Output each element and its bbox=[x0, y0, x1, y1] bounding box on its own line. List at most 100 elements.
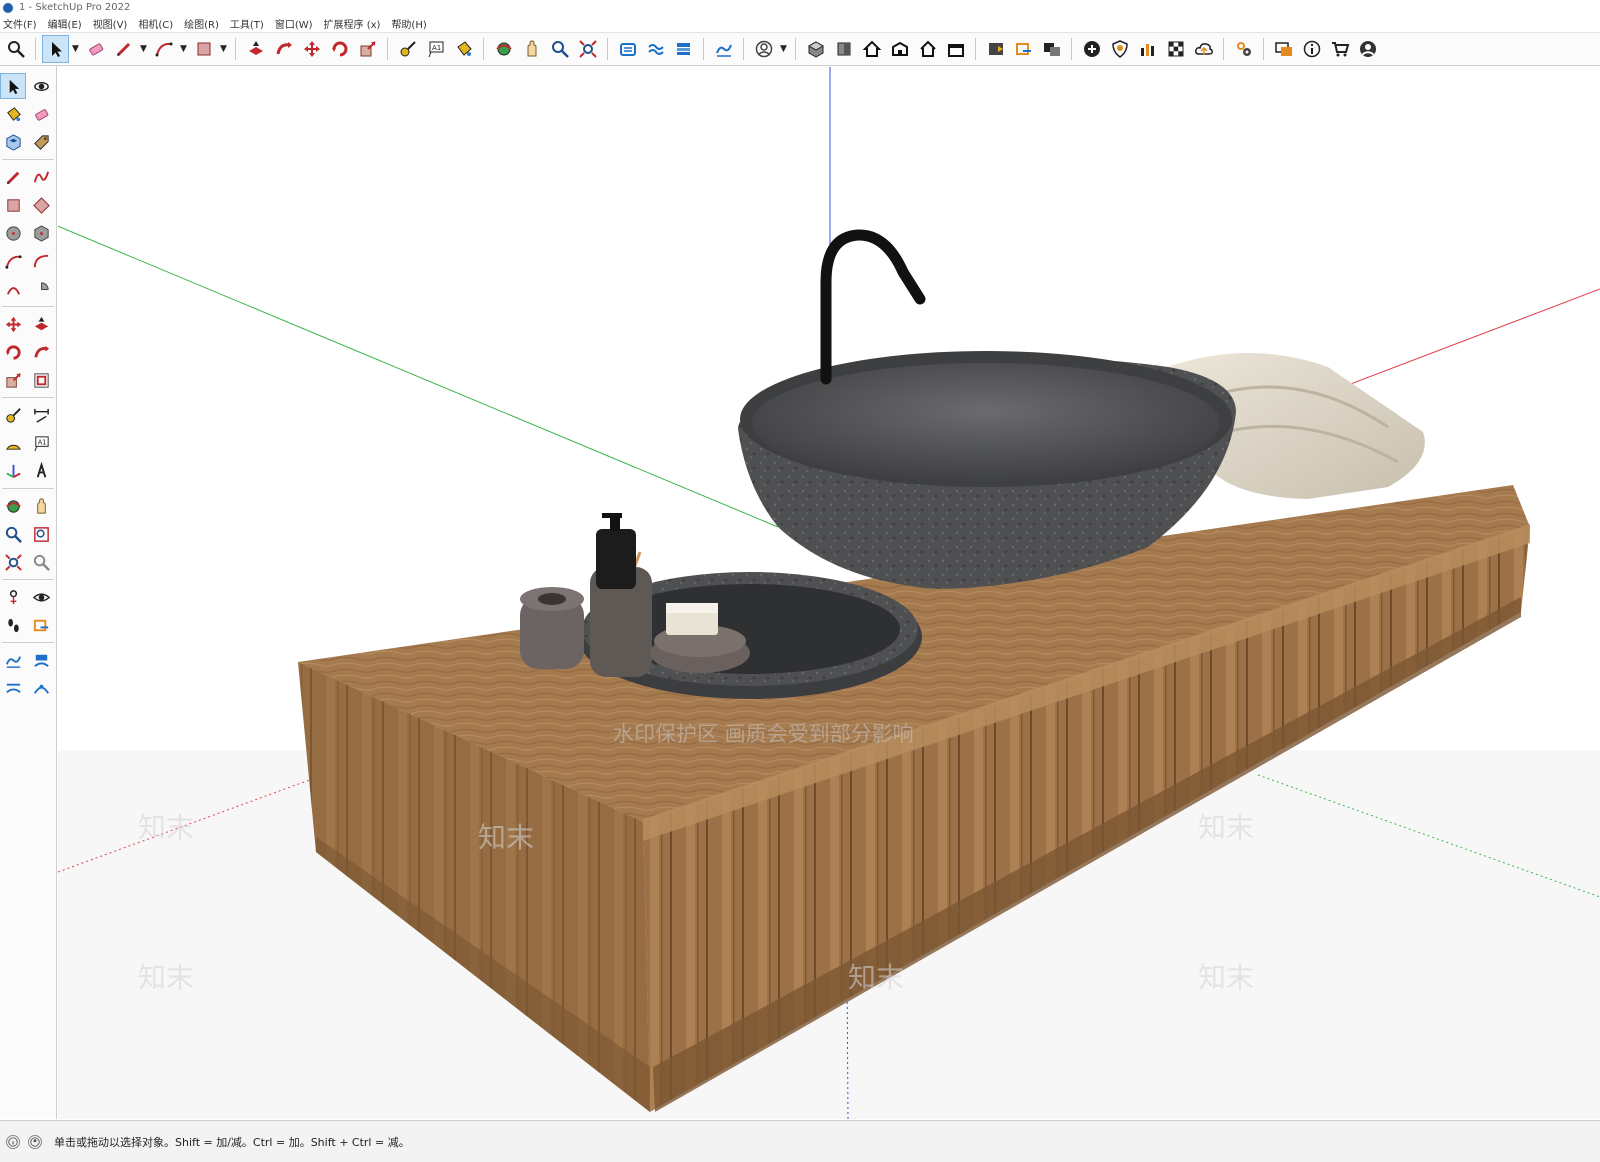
menu-item[interactable]: 编辑(E) bbox=[48, 16, 82, 31]
eraser-tool-button[interactable] bbox=[29, 102, 53, 126]
sandbox-button[interactable] bbox=[711, 36, 736, 62]
arc-button[interactable] bbox=[151, 36, 176, 62]
follow-me-button[interactable] bbox=[271, 36, 296, 62]
sandbox-tool-button[interactable] bbox=[1, 648, 25, 672]
rectangle-tool-button[interactable] bbox=[1, 193, 25, 217]
info-circle-icon[interactable] bbox=[6, 1134, 20, 1149]
zoom-window-tool-button[interactable] bbox=[29, 522, 53, 546]
circle-tool-button[interactable] bbox=[1, 221, 25, 245]
rotate-tool-button[interactable] bbox=[1, 340, 25, 364]
dimension-tool-button[interactable] bbox=[29, 403, 53, 427]
paint-bucket-tool-button[interactable] bbox=[1, 102, 25, 126]
gear-settings-button[interactable] bbox=[1231, 36, 1256, 62]
two-point-arc-tool-button[interactable] bbox=[29, 249, 53, 273]
scene-button[interactable] bbox=[1039, 36, 1064, 62]
menu-item[interactable]: 绘图(R) bbox=[184, 16, 219, 31]
menu-item[interactable]: 帮助(H) bbox=[391, 16, 426, 31]
house-outline-button[interactable] bbox=[915, 36, 940, 62]
paint-bucket-button[interactable] bbox=[451, 36, 476, 62]
sandbox-stamp-tool-button[interactable] bbox=[29, 648, 53, 672]
dropdown-caret-icon[interactable]: ▼ bbox=[779, 36, 788, 62]
menu-item[interactable]: 窗口(W) bbox=[275, 16, 313, 31]
section-plane-button[interactable] bbox=[1011, 36, 1036, 62]
pan-button[interactable] bbox=[519, 36, 544, 62]
axes-tool-button[interactable] bbox=[1, 459, 25, 483]
pencil-line-button[interactable] bbox=[111, 36, 136, 62]
position-camera-tool-button[interactable] bbox=[1, 585, 25, 609]
search-button[interactable] bbox=[3, 36, 28, 62]
tag-tool-button[interactable] bbox=[29, 130, 53, 154]
menu-item[interactable]: 扩展程序 (x) bbox=[324, 16, 381, 31]
menu-item[interactable]: 视图(V) bbox=[93, 16, 128, 31]
walk-tool-button[interactable] bbox=[1, 613, 25, 637]
select-arrow-tool-button[interactable] bbox=[0, 73, 26, 99]
section-plane-tool-button[interactable] bbox=[29, 613, 53, 637]
zoom-button[interactable] bbox=[547, 36, 572, 62]
protractor-tool-button[interactable] bbox=[1, 431, 25, 455]
style-button[interactable] bbox=[983, 36, 1008, 62]
checker-button[interactable] bbox=[1163, 36, 1188, 62]
front-view-button[interactable] bbox=[831, 36, 856, 62]
sandbox-drape-tool-button[interactable] bbox=[1, 676, 25, 700]
rotated-rectangle-tool-button[interactable] bbox=[29, 193, 53, 217]
bar-chart-button[interactable] bbox=[1135, 36, 1160, 62]
push-pull-tool-button[interactable] bbox=[29, 312, 53, 336]
sandbox-smoove-tool-button[interactable] bbox=[29, 676, 53, 700]
rotate-button[interactable] bbox=[327, 36, 352, 62]
dropdown-caret-icon[interactable]: ▼ bbox=[219, 36, 228, 62]
pie-tool-button[interactable] bbox=[29, 277, 53, 301]
dropdown-caret-icon[interactable]: ▼ bbox=[179, 36, 188, 62]
zoom-extents-button[interactable] bbox=[575, 36, 600, 62]
orbit-button[interactable] bbox=[491, 36, 516, 62]
menu-item[interactable]: 相机(C) bbox=[138, 16, 173, 31]
freehand-tool-button[interactable] bbox=[29, 165, 53, 189]
add-location-button[interactable] bbox=[1079, 36, 1104, 62]
polygon-tool-button[interactable] bbox=[29, 221, 53, 245]
tape-measure-button[interactable] bbox=[395, 36, 420, 62]
orbit-3d-tool-button[interactable] bbox=[29, 74, 53, 98]
arc-tool-button[interactable] bbox=[1, 249, 25, 273]
extension-button[interactable] bbox=[643, 36, 668, 62]
message-button[interactable] bbox=[1271, 36, 1296, 62]
zoom-tool-button[interactable] bbox=[1, 522, 25, 546]
3d-text-tool-button[interactable] bbox=[29, 459, 53, 483]
move-button[interactable] bbox=[299, 36, 324, 62]
text-label-button[interactable]: A1 bbox=[423, 36, 448, 62]
menu-item[interactable]: 工具(T) bbox=[230, 16, 264, 31]
warehouse-button[interactable] bbox=[615, 36, 640, 62]
menu-item[interactable]: 文件(F) bbox=[3, 16, 37, 31]
rectangle-button[interactable] bbox=[191, 36, 216, 62]
layout-button[interactable] bbox=[671, 36, 696, 62]
follow-me-tool-button[interactable] bbox=[29, 340, 53, 364]
zoom-extents-tool-button[interactable] bbox=[1, 550, 25, 574]
scale-tool-button[interactable] bbox=[1, 368, 25, 392]
dropdown-caret-icon[interactable]: ▼ bbox=[139, 36, 148, 62]
previous-view-tool-button[interactable] bbox=[29, 550, 53, 574]
cart-button[interactable] bbox=[1327, 36, 1352, 62]
scale-button[interactable] bbox=[355, 36, 380, 62]
profile-button[interactable] bbox=[1355, 36, 1380, 62]
eraser-button[interactable] bbox=[83, 36, 108, 62]
move-tool-button[interactable] bbox=[1, 312, 25, 336]
info-button[interactable] bbox=[1299, 36, 1324, 62]
tape-measure-tool-button[interactable] bbox=[1, 403, 25, 427]
home-button[interactable] bbox=[859, 36, 884, 62]
orbit-tool-button[interactable] bbox=[1, 494, 25, 518]
component-tool-button[interactable] bbox=[1, 130, 25, 154]
top-view-button[interactable] bbox=[887, 36, 912, 62]
box-view-button[interactable] bbox=[943, 36, 968, 62]
user-circle-icon[interactable] bbox=[28, 1134, 42, 1149]
push-pull-button[interactable] bbox=[243, 36, 268, 62]
model-viewport[interactable]: 水印保护区 画质会受到部分影响 知末 知末 知末 知末 知末 知末 bbox=[58, 67, 1600, 1119]
offset-tool-button[interactable] bbox=[29, 368, 53, 392]
dropdown-caret-icon[interactable]: ▼ bbox=[71, 36, 80, 62]
shield-button[interactable] bbox=[1107, 36, 1132, 62]
user-account-button[interactable] bbox=[751, 36, 776, 62]
iso-view-button[interactable] bbox=[803, 36, 828, 62]
pan-tool-button[interactable] bbox=[29, 494, 53, 518]
three-point-arc-tool-button[interactable] bbox=[1, 277, 25, 301]
look-around-tool-button[interactable] bbox=[29, 585, 53, 609]
select-arrow-button[interactable] bbox=[42, 35, 69, 63]
cloud-upload-button[interactable] bbox=[1191, 36, 1216, 62]
pencil-line-tool-button[interactable] bbox=[1, 165, 25, 189]
